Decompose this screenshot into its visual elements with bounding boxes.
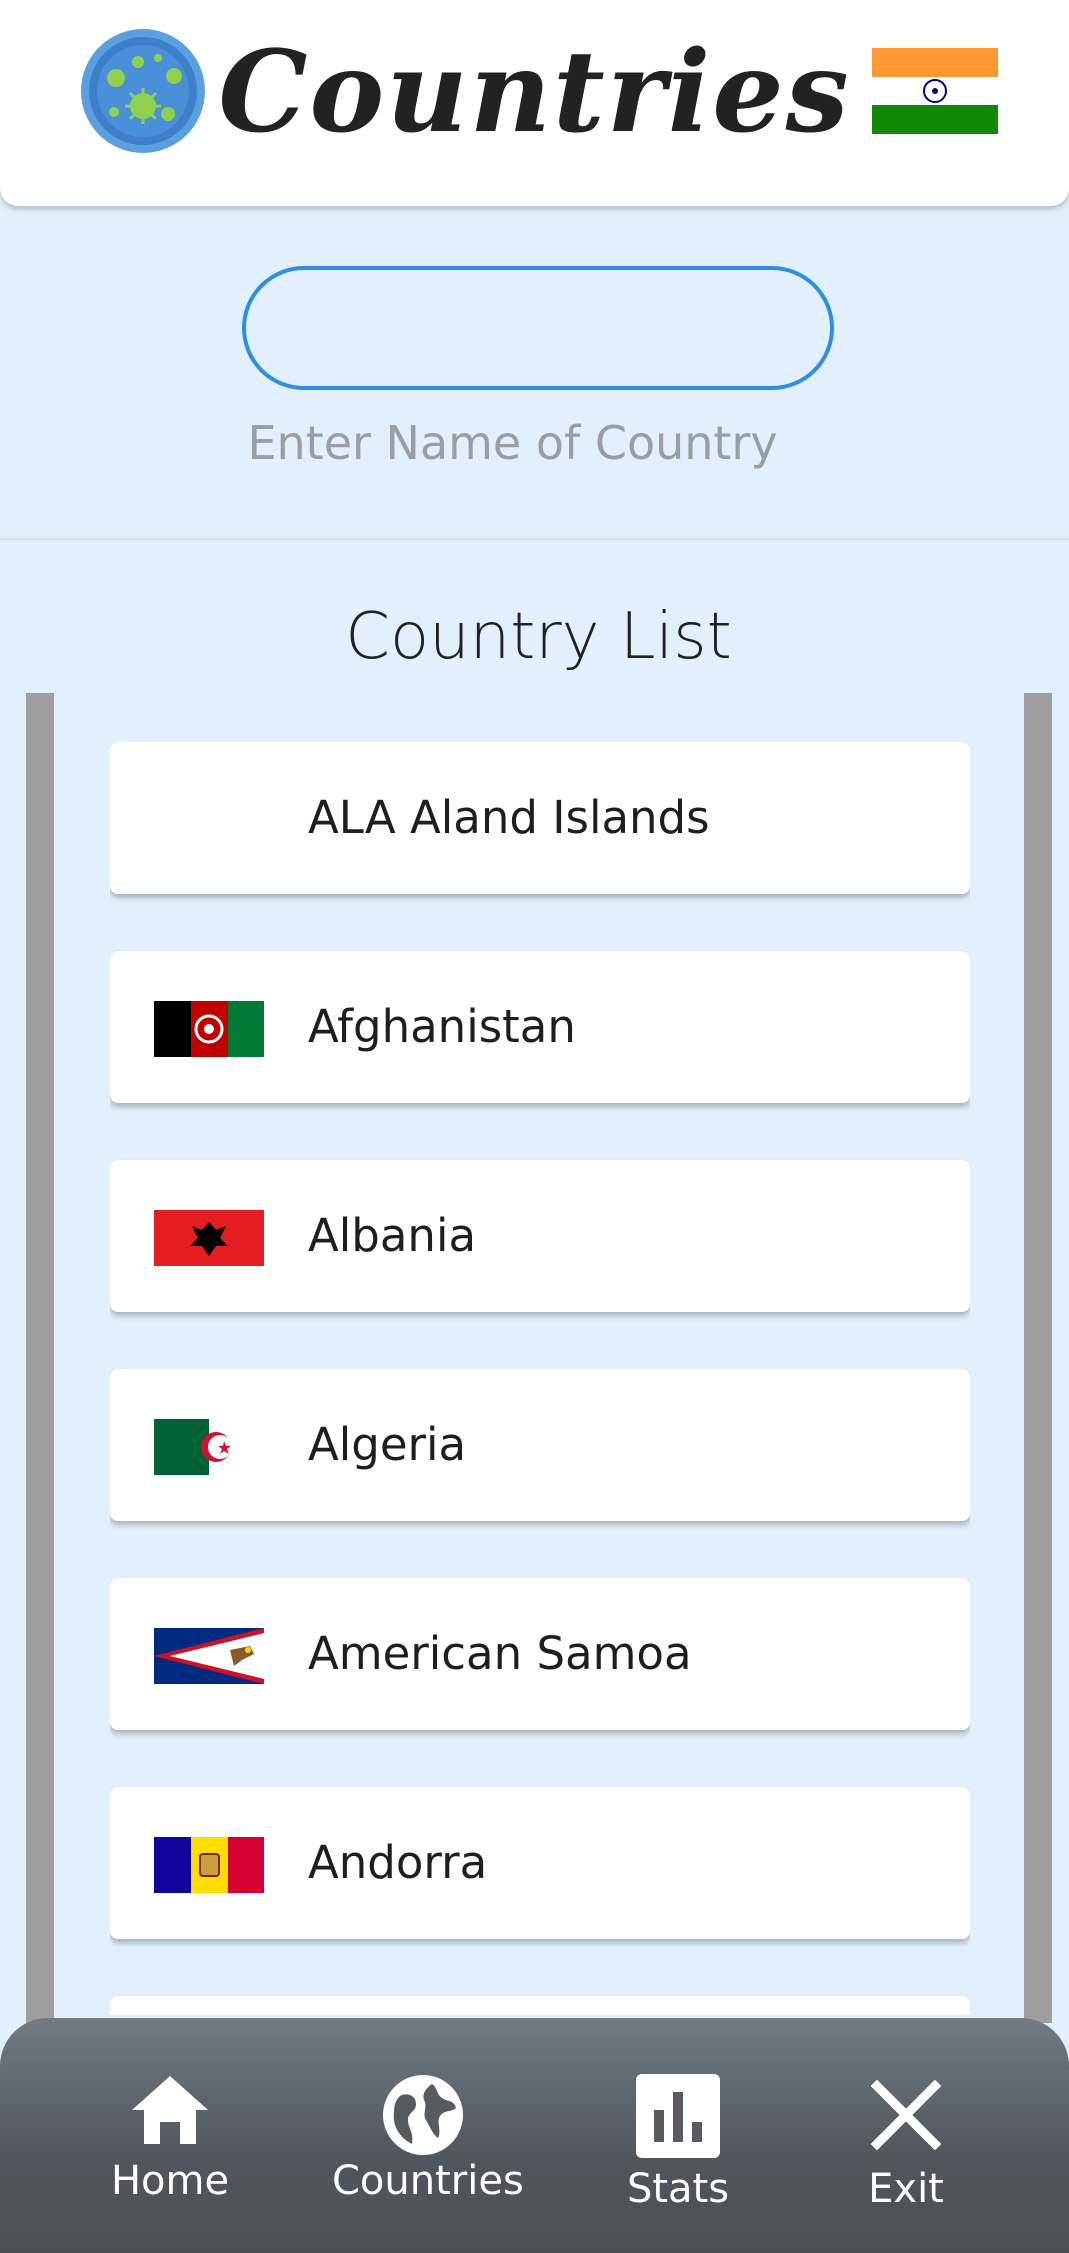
search-hint: Enter Name of Country [247, 416, 778, 470]
albania-flag-icon [154, 1210, 264, 1266]
algeria-flag-icon [154, 1419, 264, 1475]
andorra-flag-icon [154, 1837, 264, 1893]
country-card[interactable]: Algeria [110, 1369, 970, 1521]
country-name: ALA Aland Islands [308, 791, 710, 844]
country-card[interactable]: American Samoa [110, 1578, 970, 1730]
bar-chart-icon [636, 2074, 720, 2158]
globe-icon [383, 2075, 463, 2155]
country-name: Andorra [308, 1836, 488, 1889]
nav-exit[interactable]: Exit [846, 2018, 966, 2253]
home-icon [132, 2076, 208, 2144]
india-flag-icon[interactable] [872, 48, 998, 134]
american-samoa-flag-icon [154, 1628, 264, 1684]
nav-home-label: Home [110, 2158, 230, 2204]
nav-countries-label: Countries [332, 2158, 524, 2204]
list-title: Country List [345, 600, 732, 674]
afghanistan-flag-icon [154, 1001, 264, 1057]
scrollbar-right[interactable] [1024, 693, 1052, 2023]
country-card[interactable]: Albania [110, 1160, 970, 1312]
country-card[interactable]: ALA Aland Islands [110, 742, 970, 894]
country-name: Albania [308, 1209, 477, 1262]
app-header: Countries [0, 0, 1069, 206]
nav-stats-label: Stats [626, 2166, 730, 2212]
country-name: Algeria [308, 1418, 467, 1471]
bottom-navigation: Home Countries Stats Exit [0, 2018, 1069, 2253]
search-input[interactable] [242, 266, 834, 390]
nav-exit-label: Exit [868, 2166, 944, 2212]
scrollbar-left[interactable] [26, 693, 54, 2023]
country-card[interactable] [110, 1996, 970, 2015]
country-name: Afghanistan [308, 1000, 576, 1053]
nav-stats[interactable]: Stats [618, 2018, 738, 2253]
search-section: Enter Name of Country [0, 206, 1069, 540]
country-list[interactable]: ALA Aland Islands Afghanistan Albania Al… [110, 742, 970, 2015]
nav-countries[interactable]: Countries [332, 2018, 524, 2253]
nav-home[interactable]: Home [90, 2018, 250, 2253]
close-icon [871, 2080, 941, 2150]
country-card[interactable]: Andorra [110, 1787, 970, 1939]
country-name: American Samoa [308, 1627, 692, 1680]
country-card[interactable]: Afghanistan [110, 951, 970, 1103]
